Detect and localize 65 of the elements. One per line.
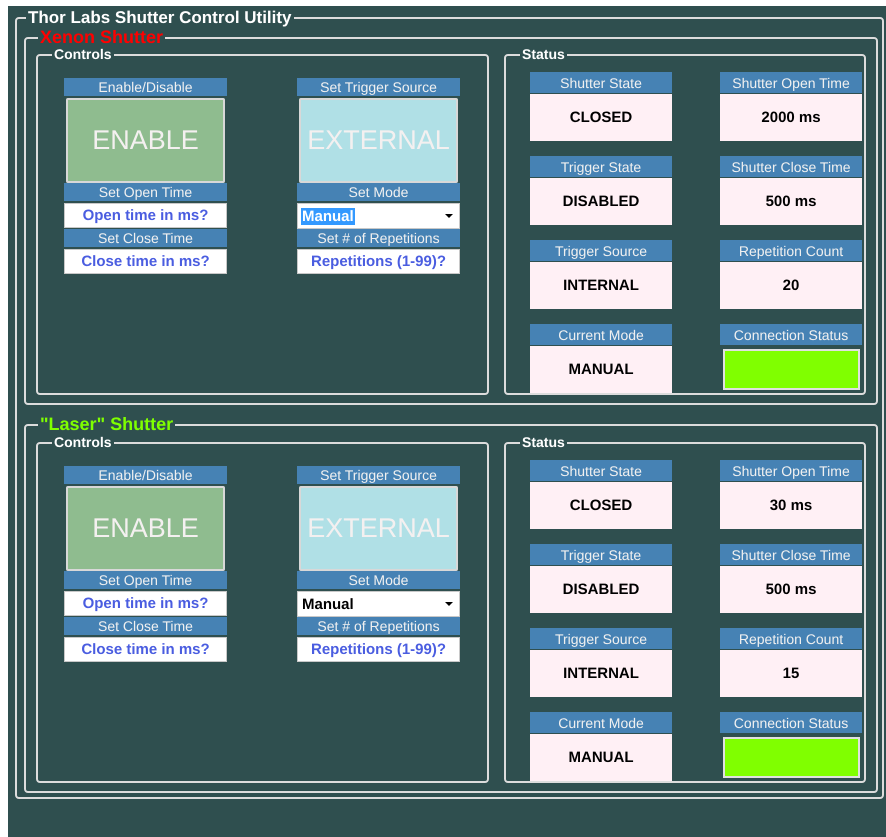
enable-button[interactable]: ENABLE	[66, 98, 225, 184]
status-label: Shutter Open Time	[720, 72, 862, 94]
repetitions-field[interactable]: Repetitions (1-99)?	[297, 249, 460, 274]
status-value: 20	[720, 262, 862, 310]
caret-icon	[445, 602, 453, 606]
field-label: Set Mode	[297, 183, 460, 202]
status-label: Current Mode	[530, 712, 672, 734]
status-value: DISABLED	[530, 566, 672, 614]
status-label: Repetition Count	[720, 628, 862, 650]
status-value: CLOSED	[530, 94, 672, 142]
status-value: MANUAL	[530, 734, 672, 782]
status-value: DISABLED	[530, 178, 672, 226]
status-legend: Status	[520, 435, 567, 451]
status-label: Shutter State	[530, 72, 672, 94]
field-label: Set Open Time	[64, 571, 227, 590]
controls-legend: Controls	[52, 435, 114, 451]
open-time-field[interactable]: Open time in ms?	[64, 203, 227, 228]
window-title: Thor Labs Shutter Control Utility	[27, 9, 292, 28]
status-value: MANUAL	[530, 346, 672, 394]
status-value: 500 ms	[720, 178, 862, 226]
field-label: Set # of Repetitions	[297, 617, 460, 636]
status-value: INTERNAL	[530, 650, 672, 698]
shutter-title: Xenon Shutter	[39, 28, 164, 48]
close-time-field[interactable]: Close time in ms?	[64, 637, 227, 662]
status-value: CLOSED	[530, 482, 672, 530]
status-label: Connection Status	[720, 324, 862, 346]
trigger-source-button[interactable]: EXTERNAL	[299, 486, 458, 572]
status-label: Trigger Source	[530, 240, 672, 262]
field-label: Enable/Disable	[64, 466, 227, 484]
shutter-title: "Laser" Shutter	[39, 415, 174, 436]
dropdown-value: Manual	[301, 596, 355, 613]
status-label: Trigger Source	[530, 628, 672, 650]
status-legend: Status	[520, 47, 567, 63]
field-label: Enable/Disable	[64, 78, 227, 96]
status-label: Shutter State	[530, 460, 672, 482]
field-label: Set Open Time	[64, 183, 227, 202]
status-label: Shutter Open Time	[720, 460, 862, 482]
caret-icon	[445, 214, 453, 218]
status-value: 500 ms	[720, 566, 862, 614]
controls-legend: Controls	[52, 47, 114, 63]
repetitions-field[interactable]: Repetitions (1-99)?	[297, 637, 460, 662]
status-label: Current Mode	[530, 324, 672, 346]
status-label: Trigger State	[530, 544, 672, 566]
close-time-field[interactable]: Close time in ms?	[64, 249, 227, 274]
field-label: Set # of Repetitions	[297, 229, 460, 248]
status-value: 30 ms	[720, 482, 862, 530]
status-value: 15	[720, 650, 862, 698]
trigger-source-button[interactable]: EXTERNAL	[299, 98, 458, 184]
status-value: 2000 ms	[720, 94, 862, 142]
dropdown-value: Manual	[301, 208, 355, 225]
mode-dropdown[interactable]: Manual	[297, 203, 460, 230]
status-label: Shutter Close Time	[720, 156, 862, 178]
field-label: Set Mode	[297, 571, 460, 589]
open-time-field[interactable]: Open time in ms?	[64, 591, 227, 616]
status-label: Shutter Close Time	[720, 544, 862, 566]
status-label: Repetition Count	[720, 240, 862, 262]
field-label: Set Trigger Source	[297, 78, 460, 96]
status-value: INTERNAL	[530, 262, 672, 310]
status-label: Trigger State	[530, 156, 672, 178]
status-label: Connection Status	[720, 712, 862, 734]
enable-button[interactable]: ENABLE	[66, 486, 225, 572]
mode-dropdown[interactable]: Manual	[297, 590, 460, 618]
field-label: Set Trigger Source	[297, 466, 460, 484]
field-label: Set Close Time	[64, 617, 227, 636]
field-label: Set Close Time	[64, 229, 227, 248]
